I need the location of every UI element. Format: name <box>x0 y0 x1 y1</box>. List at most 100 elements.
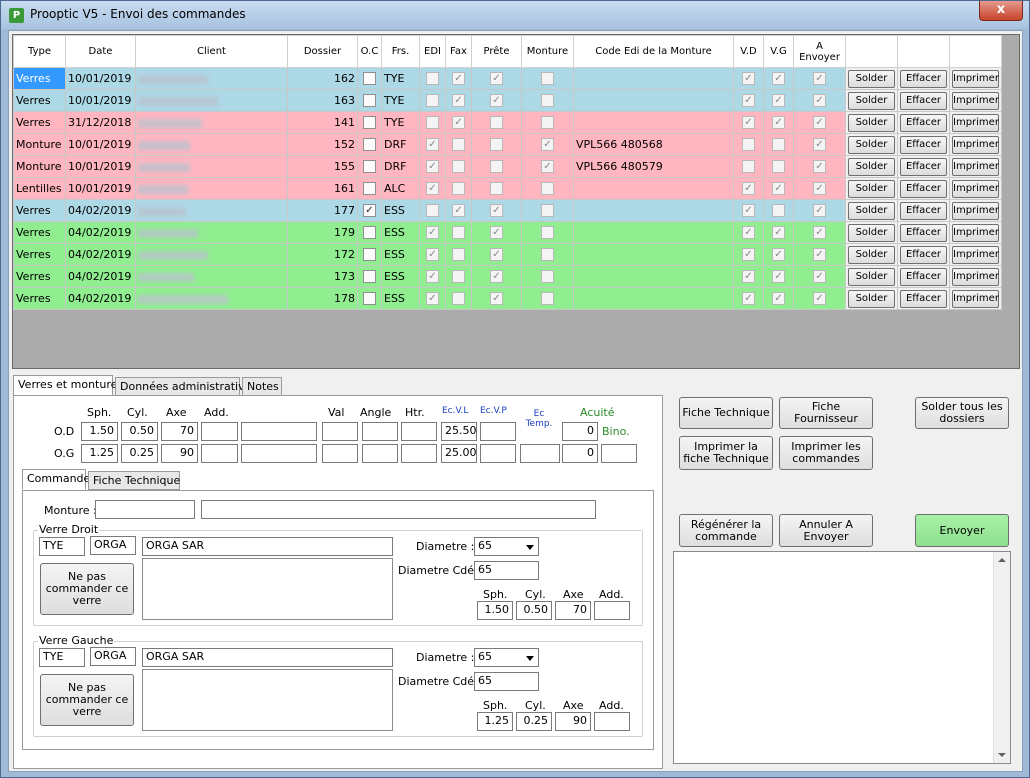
type-cell[interactable]: Monture <box>13 133 66 156</box>
column-header[interactable]: Prête <box>471 35 522 68</box>
checkbox[interactable]: ✓ <box>813 248 826 262</box>
edi-cell[interactable] <box>419 199 446 222</box>
fiche-technique-button[interactable]: Fiche Technique <box>679 397 773 429</box>
edi-cell[interactable]: ✓ <box>419 221 446 244</box>
effacer-button-cell[interactable]: Effacer <box>897 243 950 266</box>
vd-cell[interactable]: ✓ <box>733 243 764 266</box>
checkbox[interactable] <box>772 160 785 174</box>
solder-button[interactable]: Solder <box>848 223 895 242</box>
type-cell[interactable]: Verres <box>13 243 66 266</box>
table-row[interactable]: Verres 04/02/2019 173 ESS ✓ ✓ ✓ ✓ ✓ Solder Effacer… <box>13 265 1002 288</box>
vg-notes-textarea[interactable] <box>142 669 393 731</box>
vd-cell[interactable] <box>733 155 764 178</box>
solder-button[interactable]: Solder <box>848 91 895 110</box>
checkbox[interactable]: ✓ <box>742 94 755 108</box>
column-header[interactable]: Type <box>13 35 66 68</box>
checkbox[interactable]: ✓ <box>772 72 785 86</box>
og-extra-field[interactable] <box>241 444 317 463</box>
checkbox[interactable] <box>363 248 376 262</box>
solder-button-cell[interactable]: Solder <box>845 155 898 178</box>
envoyer-cell[interactable]: ✓ <box>793 243 846 266</box>
envoyer-cell[interactable]: ✓ <box>793 199 846 222</box>
checkbox[interactable]: ✓ <box>742 116 755 130</box>
checkbox[interactable]: ✓ <box>426 248 439 262</box>
checkbox[interactable]: ✓ <box>452 116 465 130</box>
table-row[interactable]: Verres 04/02/2019 179 ESS ✓ ✓ ✓ ✓ ✓ Solder Effacer… <box>13 221 1002 244</box>
dossier-cell[interactable]: 141 <box>287 111 358 134</box>
envoyer-cell[interactable]: ✓ <box>793 221 846 244</box>
checkbox[interactable]: ✓ <box>490 72 503 86</box>
checkbox[interactable] <box>541 248 554 262</box>
type-cell[interactable]: Lentilles <box>13 177 66 200</box>
og-val-field[interactable] <box>322 444 358 463</box>
vg-cell[interactable] <box>763 133 794 156</box>
monture-cell[interactable] <box>521 199 574 222</box>
tab-donnees-admin[interactable]: Données administratives <box>115 377 257 396</box>
effacer-button-cell[interactable]: Effacer <box>897 199 950 222</box>
imprimer-button-cell[interactable]: Imprimer <box>949 111 1002 134</box>
checkbox[interactable] <box>490 160 503 174</box>
vg-diametre-cde-field[interactable]: 65 <box>474 672 539 691</box>
od-cyl-field[interactable]: 0.50 <box>121 422 158 441</box>
oc-cell[interactable]: ✓ <box>357 199 382 222</box>
checkbox[interactable] <box>363 160 376 174</box>
vd-name-field[interactable]: ORGA SAR <box>142 537 393 556</box>
client-cell[interactable] <box>135 221 288 244</box>
frs-cell[interactable]: ALC <box>381 177 420 200</box>
vd-cell[interactable]: ✓ <box>733 221 764 244</box>
tab-verres-montures[interactable]: Verres et montures <box>13 375 123 396</box>
fax-cell[interactable] <box>445 265 472 288</box>
solder-button-cell[interactable]: Solder <box>845 133 898 156</box>
checkbox[interactable]: ✓ <box>490 292 503 306</box>
od-acuite-field[interactable]: 0 <box>562 422 598 441</box>
column-header[interactable]: V.G <box>763 35 794 68</box>
og-bino-field[interactable] <box>601 444 637 463</box>
type-cell[interactable]: Verres <box>13 287 66 310</box>
effacer-button[interactable]: Effacer <box>900 91 947 110</box>
fiche-fournisseur-button[interactable]: Fiche Fournisseur <box>779 397 873 429</box>
monture-cell[interactable] <box>521 287 574 310</box>
type-cell[interactable]: Verres <box>13 265 66 288</box>
code-edi-cell[interactable] <box>573 221 734 244</box>
checkbox[interactable]: ✓ <box>813 204 826 218</box>
solder-button-cell[interactable]: Solder <box>845 221 898 244</box>
effacer-button[interactable]: Effacer <box>900 289 947 308</box>
code-edi-cell[interactable] <box>573 199 734 222</box>
checkbox[interactable]: ✓ <box>813 160 826 174</box>
oc-cell[interactable] <box>357 89 382 112</box>
checkbox[interactable]: ✓ <box>742 292 755 306</box>
column-header[interactable]: EDI <box>419 35 446 68</box>
checkbox[interactable] <box>541 292 554 306</box>
edi-cell[interactable]: ✓ <box>419 155 446 178</box>
client-cell[interactable] <box>135 133 288 156</box>
checkbox[interactable]: ✓ <box>772 182 785 196</box>
annuler-envoyer-button[interactable]: Annuler A Envoyer <box>779 514 873 547</box>
frs-cell[interactable]: TYE <box>381 67 420 90</box>
envoyer-cell[interactable]: ✓ <box>793 177 846 200</box>
date-cell[interactable]: 10/01/2019 <box>65 177 136 200</box>
log-scrollbar[interactable] <box>993 552 1010 763</box>
effacer-button-cell[interactable]: Effacer <box>897 221 950 244</box>
checkbox[interactable] <box>541 270 554 284</box>
fax-cell[interactable] <box>445 243 472 266</box>
column-header[interactable] <box>897 35 950 68</box>
od-add-field[interactable] <box>201 422 238 441</box>
od-val-field[interactable] <box>322 422 358 441</box>
imprimer-button-cell[interactable]: Imprimer <box>949 133 1002 156</box>
og-ecvl-field[interactable]: 25.00 <box>441 444 477 463</box>
imprimer-button-cell[interactable]: Imprimer <box>949 265 1002 288</box>
monture-cell[interactable]: ✓ <box>521 155 574 178</box>
oc-cell[interactable] <box>357 287 382 310</box>
og-axe-field[interactable]: 90 <box>161 444 198 463</box>
checkbox[interactable]: ✓ <box>426 292 439 306</box>
frs-cell[interactable]: TYE <box>381 111 420 134</box>
envoyer-cell[interactable]: ✓ <box>793 89 846 112</box>
checkbox[interactable]: ✓ <box>742 248 755 262</box>
imprimer-button[interactable]: Imprimer <box>952 223 999 242</box>
solder-button[interactable]: Solder <box>848 113 895 132</box>
checkbox[interactable]: ✓ <box>452 94 465 108</box>
frs-cell[interactable]: TYE <box>381 89 420 112</box>
imprimer-button[interactable]: Imprimer <box>952 69 999 88</box>
checkbox[interactable]: ✓ <box>426 226 439 240</box>
og-ectemp-field[interactable] <box>520 444 560 463</box>
